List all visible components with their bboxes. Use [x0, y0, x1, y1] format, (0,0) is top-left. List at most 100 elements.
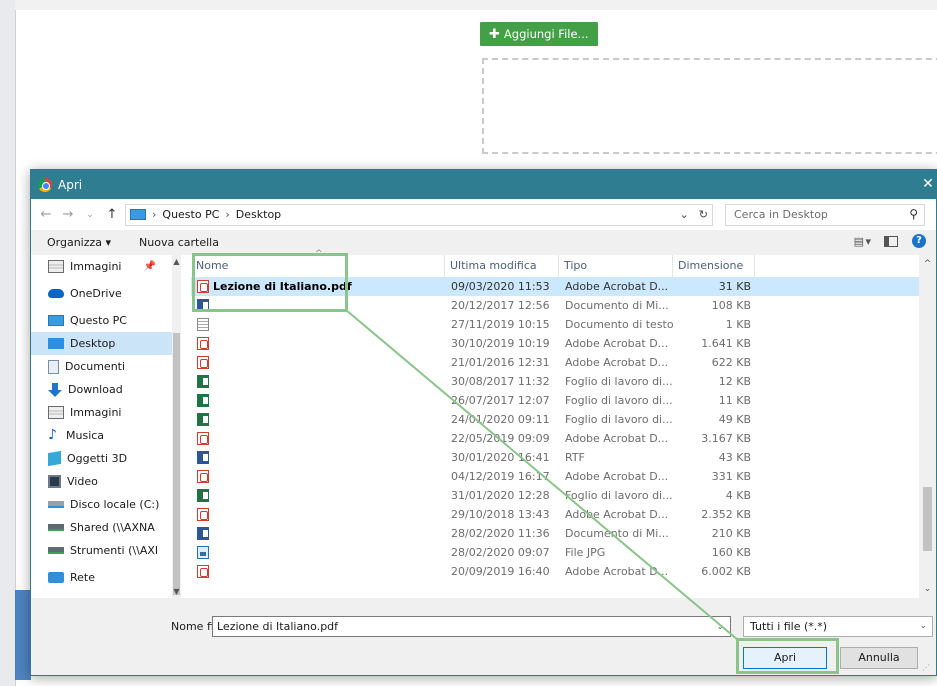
- file-type: Adobe Acrobat D...: [565, 280, 669, 293]
- preview-pane-icon[interactable]: [884, 235, 898, 247]
- sidebar-item-shared[interactable]: Shared (\\AXNA: [31, 516, 180, 539]
- cancel-button[interactable]: Annulla: [840, 647, 918, 669]
- file-row[interactable]: 28/02/2020 11:36 Documento di Mi... 210 KB: [191, 524, 936, 543]
- pdf-file-icon: [197, 470, 209, 483]
- file-row[interactable]: 04/12/2019 16:17 Adobe Acrobat D... 331 KB: [191, 467, 936, 486]
- sidebar-item-music[interactable]: ♪ Musica: [31, 424, 180, 447]
- column-header-size[interactable]: Dimensione: [673, 255, 755, 277]
- file-row[interactable]: 29/10/2018 13:43 Adobe Acrobat D... 2.352 …: [191, 505, 936, 524]
- pin-icon: 📌: [143, 261, 156, 272]
- sidebar-item-label: Desktop: [70, 337, 116, 350]
- file-name-cell: [191, 565, 445, 578]
- breadcrumb-separator: ›: [225, 208, 230, 221]
- close-icon[interactable]: ✕: [920, 170, 936, 199]
- recent-locations-icon[interactable]: ⌄: [81, 210, 99, 220]
- local-disk-icon: [48, 501, 64, 508]
- file-row[interactable]: 20/09/2019 16:40 Adobe Acrobat D... 6.002 …: [191, 562, 936, 581]
- file-row[interactable]: 30/01/2020 16:41 RTF 43 KB: [191, 448, 936, 467]
- resize-grip-icon[interactable]: ⋰: [922, 663, 930, 672]
- file-row[interactable]: 20/12/2017 12:56 Documento di Mi... 108 KB: [191, 296, 936, 315]
- sidebar-item-onedrive[interactable]: OneDrive: [31, 282, 180, 305]
- new-folder-button[interactable]: Nuova cartella: [139, 236, 219, 249]
- filename-input[interactable]: Lezione di Italiano.pdf ⌄: [212, 616, 731, 637]
- sidebar-item-desktop[interactable]: Desktop: [31, 332, 180, 355]
- file-row[interactable]: 26/07/2017 12:07 Foglio di lavoro di... 11…: [191, 391, 936, 410]
- sidebar-item-local-disk[interactable]: Disco locale (C:): [31, 493, 180, 516]
- file-row[interactable]: 30/08/2017 11:32 Foglio di lavoro di... 12…: [191, 372, 936, 391]
- address-dropdown-icon[interactable]: ⌄: [680, 208, 689, 221]
- organize-button[interactable]: Organizza ▾: [47, 236, 111, 249]
- sidebar-item-network[interactable]: Rete: [31, 566, 180, 589]
- sidebar-item-3d-objects[interactable]: Oggetti 3D: [31, 447, 180, 470]
- search-icon: ⚲: [909, 206, 918, 221]
- file-size: 49 KB: [718, 413, 751, 426]
- sidebar-item-download[interactable]: Download: [31, 378, 180, 401]
- forward-arrow-icon[interactable]: →: [59, 207, 77, 222]
- sidebar-item-video[interactable]: Video: [31, 470, 180, 493]
- file-size: 1.641 KB: [701, 337, 751, 350]
- this-pc-icon: [48, 315, 64, 326]
- sidebar-item-strumenti[interactable]: Strumenti (\\AXI: [31, 539, 180, 562]
- scrollbar-thumb[interactable]: [173, 333, 180, 595]
- address-bar[interactable]: › Questo PC › Desktop ⌄ ↻: [125, 203, 713, 226]
- file-drop-zone[interactable]: [482, 58, 937, 154]
- sort-ascending-icon: ^: [315, 249, 323, 259]
- breadcrumb-this-pc[interactable]: Questo PC: [162, 208, 219, 221]
- file-size: 331 KB: [711, 470, 751, 483]
- search-input[interactable]: Cerca in Desktop ⚲: [725, 203, 925, 226]
- column-header-type[interactable]: Tipo: [559, 255, 673, 277]
- file-type: RTF: [565, 451, 585, 464]
- scrollbar-thumb[interactable]: [923, 487, 932, 551]
- sidebar-item-documents[interactable]: Documenti: [31, 355, 180, 378]
- sidebar-item-this-pc[interactable]: Questo PC: [31, 309, 180, 332]
- file-modified: 22/05/2019 09:09: [451, 432, 550, 445]
- pdf-file-icon: [197, 508, 209, 521]
- file-type: Adobe Acrobat D...: [565, 470, 669, 483]
- sidebar-item-images-pinned[interactable]: Immagini 📌: [31, 255, 180, 278]
- file-row[interactable]: 27/11/2019 10:15 Documento di testo 1 KB: [191, 315, 936, 334]
- sidebar-item-images[interactable]: Immagini: [31, 401, 180, 424]
- file-type-filter[interactable]: Tutti i file (*.*) ⌄: [743, 616, 933, 637]
- file-modified: 30/01/2020 16:41: [451, 451, 550, 464]
- dialog-body: Immagini 📌 OneDrive Questo PC Desktop Do…: [31, 249, 936, 598]
- scroll-down-icon[interactable]: ⌄: [919, 584, 936, 594]
- up-arrow-icon[interactable]: ↑: [103, 207, 121, 222]
- scroll-up-icon[interactable]: ▲: [172, 257, 181, 266]
- open-button[interactable]: Apri: [743, 647, 827, 669]
- file-list-scrollbar[interactable]: ^ ⌄: [919, 255, 936, 598]
- file-row[interactable]: Lezione di Italiano.pdf 09/03/2020 11:53 A…: [191, 277, 936, 296]
- sidebar-item-label: Immagini: [70, 260, 122, 273]
- webpage-top-border: [15, 0, 937, 10]
- pdf-file-icon: [197, 565, 209, 578]
- file-row[interactable]: 24/01/2020 09:11 Foglio di lavoro di... 49…: [191, 410, 936, 429]
- file-name-cell: [191, 356, 445, 369]
- sidebar-item-label: Disco locale (C:): [70, 498, 160, 511]
- file-list-header: Nome Ultima modifica Tipo Dimensione: [191, 255, 936, 277]
- file-modified: 21/01/2016 12:31: [451, 356, 550, 369]
- file-row[interactable]: 30/10/2019 10:19 Adobe Acrobat D... 1.641 …: [191, 334, 936, 353]
- jpg-file-icon: [197, 546, 209, 559]
- file-row[interactable]: 22/05/2019 09:09 Adobe Acrobat D... 3.167 …: [191, 429, 936, 448]
- refresh-icon[interactable]: ↻: [699, 208, 708, 221]
- file-modified: 20/09/2019 16:40: [451, 565, 550, 578]
- network-drive-icon: [48, 547, 64, 554]
- sidebar-scrollbar[interactable]: ▲ ▼: [172, 255, 181, 598]
- file-size: 1 KB: [725, 318, 751, 331]
- file-row[interactable]: 21/01/2016 12:31 Adobe Acrobat D... 622 KB: [191, 353, 936, 372]
- scroll-up-icon[interactable]: ^: [919, 259, 936, 269]
- help-icon[interactable]: ?: [912, 234, 926, 248]
- breadcrumb-desktop[interactable]: Desktop: [236, 208, 281, 221]
- file-row[interactable]: 28/02/2020 09:07 File JPG 160 KB: [191, 543, 936, 562]
- back-arrow-icon[interactable]: ←: [37, 207, 55, 222]
- excel-file-icon: [197, 413, 209, 426]
- file-row[interactable]: 31/01/2020 12:28 Foglio di lavoro di... 4 …: [191, 486, 936, 505]
- add-file-button[interactable]: ✚ Aggiungi File...: [480, 22, 598, 46]
- file-name-cell: [191, 394, 445, 407]
- scroll-down-icon[interactable]: ▼: [172, 587, 181, 596]
- file-modified: 09/03/2020 11:53: [451, 280, 550, 293]
- search-placeholder: Cerca in Desktop: [734, 208, 828, 221]
- view-options-icon[interactable]: ▤ ▾: [854, 235, 871, 248]
- column-header-modified[interactable]: Ultima modifica: [445, 255, 559, 277]
- video-icon: [48, 475, 61, 488]
- chevron-down-icon[interactable]: ⌄: [716, 618, 724, 637]
